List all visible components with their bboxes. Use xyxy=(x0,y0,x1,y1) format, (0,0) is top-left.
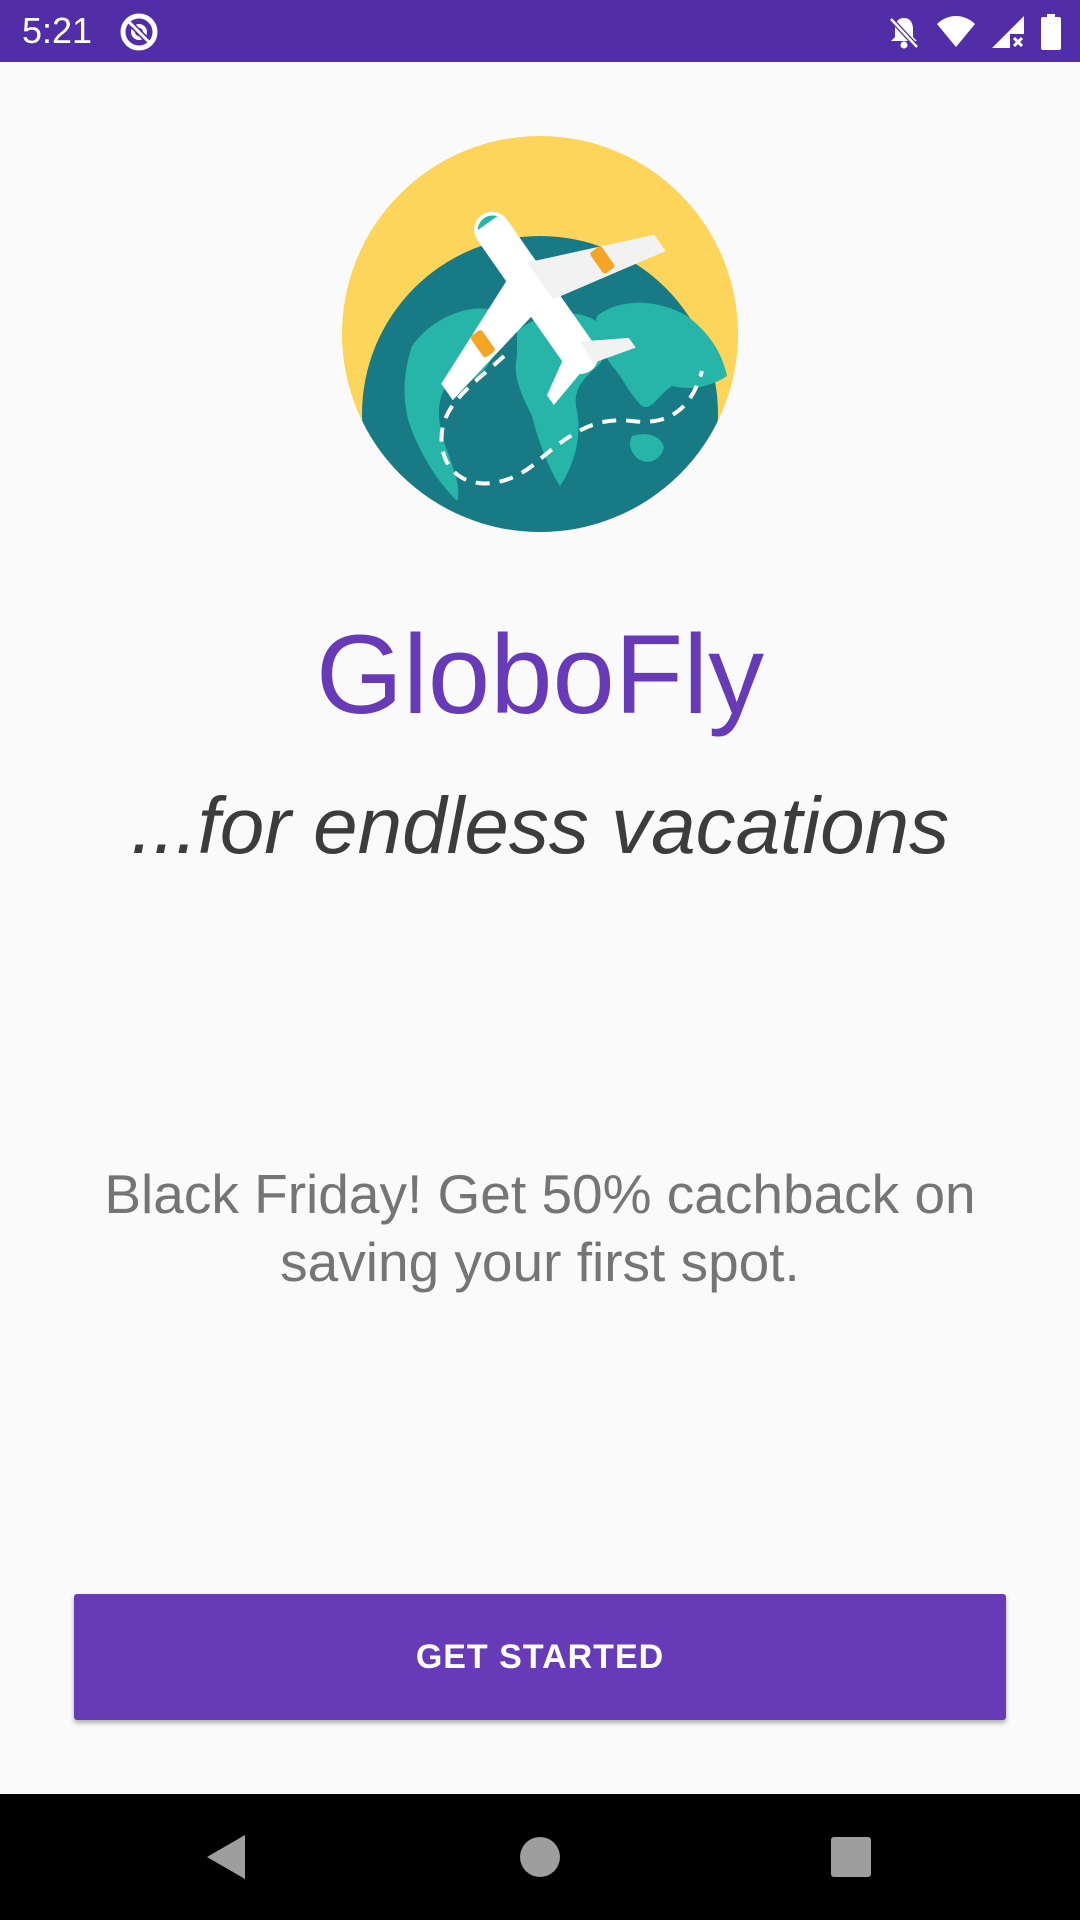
status-time: 5:21 xyxy=(22,10,93,51)
wifi-icon xyxy=(936,15,976,49)
globe-airplane-logo xyxy=(342,136,738,532)
recents-icon xyxy=(831,1837,871,1877)
recents-button[interactable] xyxy=(818,1824,884,1890)
data-saver-icon xyxy=(118,11,160,53)
home-button[interactable] xyxy=(507,1824,573,1890)
status-icons xyxy=(886,12,1062,52)
cell-signal-icon xyxy=(990,14,1026,50)
home-icon xyxy=(520,1837,560,1877)
battery-icon xyxy=(1040,14,1062,50)
app-title: GloboFly xyxy=(315,612,765,737)
status-bar: 5:21 xyxy=(0,0,1080,62)
tagline: ...for endless vacations xyxy=(130,781,950,870)
splash-screen: 5:21 GloboFly ...for endless vacations B… xyxy=(0,0,1080,1920)
navigation-bar xyxy=(0,1794,1080,1920)
promo-text: Black Friday! Get 50% cachback on saving… xyxy=(104,1163,976,1293)
back-icon xyxy=(207,1835,245,1879)
back-button[interactable] xyxy=(192,1824,258,1890)
notifications-off-icon xyxy=(886,14,922,50)
get-started-button[interactable]: GET STARTED xyxy=(74,1594,1006,1720)
